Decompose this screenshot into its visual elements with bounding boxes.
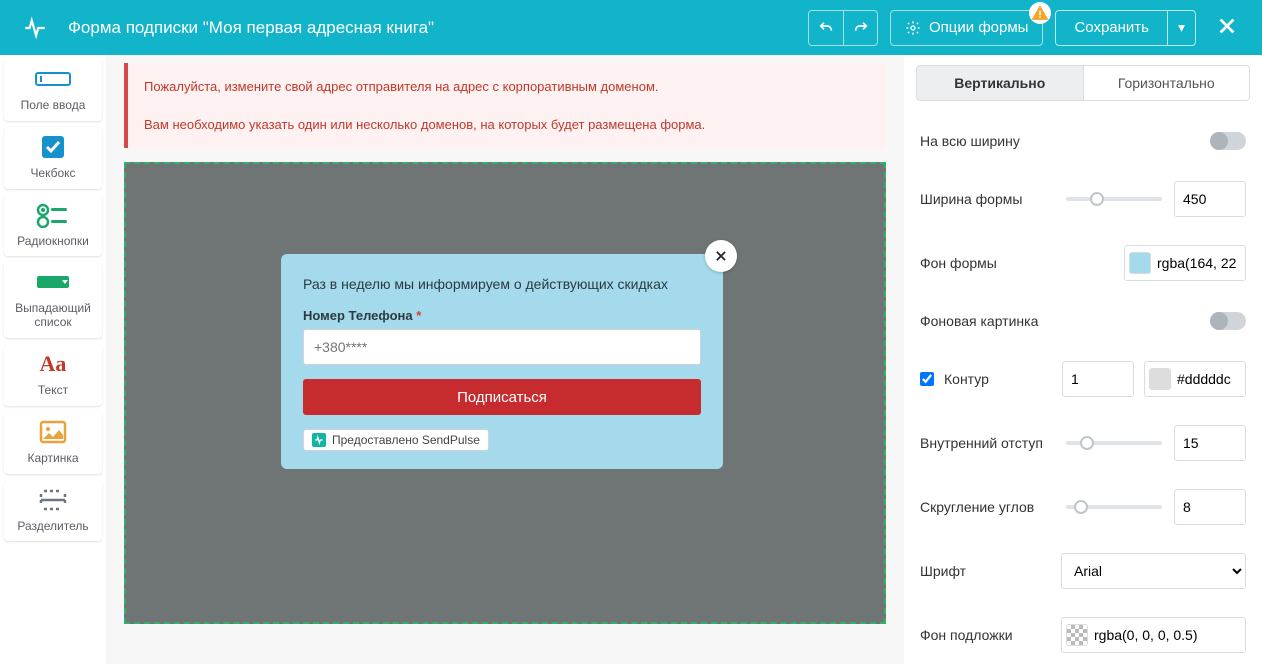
prop-form-bg: Фон формы xyxy=(904,231,1262,295)
palette-item-image[interactable]: Картинка xyxy=(4,412,102,474)
palette-label: Радиокнопки xyxy=(17,235,89,249)
dropdown-icon xyxy=(33,268,73,296)
color-swatch xyxy=(1066,624,1088,646)
divider-icon xyxy=(33,486,73,514)
sendpulse-logo-icon xyxy=(312,433,326,447)
outline-width-input[interactable] xyxy=(1062,361,1134,397)
prop-label: Контур xyxy=(944,371,1062,387)
checkbox-icon xyxy=(33,133,73,161)
palette-item-checkbox[interactable]: Чекбокс xyxy=(4,127,102,189)
prop-overlay: Фон подложки xyxy=(904,603,1262,664)
input-field-icon xyxy=(33,65,73,93)
padding-slider[interactable] xyxy=(1066,441,1162,445)
form-width-input[interactable] xyxy=(1174,181,1246,217)
page-title: Форма подписки "Моя первая адресная книг… xyxy=(68,18,808,38)
outline-color-input[interactable] xyxy=(1177,371,1239,387)
prop-label: Фон подложки xyxy=(920,627,1061,643)
undo-redo-group xyxy=(808,10,878,46)
prop-outline: Контур xyxy=(904,347,1262,411)
palette-label: Выпадающий список xyxy=(8,302,98,330)
app-logo-icon xyxy=(20,13,50,43)
radius-input[interactable] xyxy=(1174,489,1246,525)
prop-label: Скругление углов xyxy=(920,499,1066,515)
prop-full-width: На всю ширину xyxy=(904,115,1262,167)
powered-by-badge[interactable]: Предоставлено SendPulse xyxy=(303,429,489,451)
undo-button[interactable] xyxy=(809,11,843,45)
prop-font: Шрифт Arial xyxy=(904,539,1262,603)
tab-horizontal[interactable]: Горизонтально xyxy=(1083,65,1251,101)
prop-label: Ширина формы xyxy=(920,191,1066,207)
palette-label: Картинка xyxy=(27,452,78,466)
outline-checkbox[interactable] xyxy=(920,372,934,386)
tab-vertical[interactable]: Вертикально xyxy=(916,65,1083,101)
prop-label: Фоновая картинка xyxy=(920,313,1210,329)
subscribe-button[interactable]: Подписаться xyxy=(303,379,701,415)
palette-item-text[interactable]: Aa Текст xyxy=(4,344,102,406)
warning-badge-icon xyxy=(1029,2,1051,24)
canvas-area: Пожалуйста, измените свой адрес отправит… xyxy=(106,55,904,664)
palette-item-input[interactable]: Поле ввода xyxy=(4,59,102,121)
full-width-toggle[interactable] xyxy=(1210,132,1246,150)
palette-item-divider[interactable]: Разделитель xyxy=(4,480,102,542)
color-swatch xyxy=(1129,252,1151,274)
save-dropdown-toggle[interactable]: ▾ xyxy=(1167,11,1195,45)
prop-radius: Скругление углов xyxy=(904,475,1262,539)
form-close-button[interactable] xyxy=(705,240,737,272)
image-icon xyxy=(33,418,73,446)
save-button-group: Сохранить ▾ xyxy=(1055,10,1196,46)
palette-label: Чекбокс xyxy=(30,167,75,181)
error-line: Вам необходимо указать один или нескольк… xyxy=(144,115,870,135)
top-bar: Форма подписки "Моя первая адресная книг… xyxy=(0,0,1262,55)
form-options-label: Опции формы xyxy=(929,19,1028,36)
prop-label: На всю ширину xyxy=(920,133,1210,149)
radio-icon xyxy=(33,201,73,229)
outline-color-field[interactable] xyxy=(1144,361,1246,397)
prop-form-width: Ширина формы xyxy=(904,167,1262,231)
element-palette: Поле ввода Чекбокс Радиокнопки Выпадающи… xyxy=(0,55,106,664)
error-message-box: Пожалуйста, измените свой адрес отправит… xyxy=(124,63,886,148)
phone-field-label[interactable]: Номер Телефона * xyxy=(303,308,701,323)
overlay-color-field[interactable] xyxy=(1061,617,1246,653)
font-select[interactable]: Arial xyxy=(1061,553,1246,589)
palette-item-dropdown[interactable]: Выпадающий список xyxy=(4,262,102,338)
form-bg-color-input[interactable] xyxy=(1157,255,1239,271)
form-options-button[interactable]: Опции формы xyxy=(890,10,1043,46)
prop-padding: Внутренний отступ xyxy=(904,411,1262,475)
form-preview-card[interactable]: Раз в неделю мы информируем о действующи… xyxy=(281,254,723,469)
error-line: Пожалуйста, измените свой адрес отправит… xyxy=(144,77,870,97)
save-button[interactable]: Сохранить xyxy=(1056,11,1167,45)
text-icon: Aa xyxy=(33,350,73,378)
layout-orientation-tabs: Вертикально Горизонтально xyxy=(916,65,1250,101)
close-button[interactable] xyxy=(1212,11,1242,44)
prop-label: Внутренний отступ xyxy=(920,435,1066,451)
palette-label: Поле ввода xyxy=(21,99,86,113)
overlay-color-input[interactable] xyxy=(1094,627,1224,643)
required-marker: * xyxy=(416,308,421,323)
color-swatch xyxy=(1149,368,1171,390)
prop-label: Фон формы xyxy=(920,255,1124,271)
redo-button[interactable] xyxy=(843,11,877,45)
palette-label: Разделитель xyxy=(17,520,88,534)
form-description[interactable]: Раз в неделю мы информируем о действующи… xyxy=(303,276,701,292)
bg-image-toggle[interactable] xyxy=(1210,312,1246,330)
phone-input[interactable] xyxy=(303,329,701,365)
prop-bg-image: Фоновая картинка xyxy=(904,295,1262,347)
form-stage[interactable]: Раз в неделю мы информируем о действующи… xyxy=(124,162,886,624)
form-width-slider[interactable] xyxy=(1066,197,1162,201)
radius-slider[interactable] xyxy=(1066,505,1162,509)
properties-panel: Вертикально Горизонтально На всю ширину … xyxy=(904,55,1262,664)
form-bg-color-field[interactable] xyxy=(1124,245,1246,281)
prop-label: Шрифт xyxy=(920,563,1061,579)
palette-label: Текст xyxy=(38,384,68,398)
palette-item-radio[interactable]: Радиокнопки xyxy=(4,195,102,257)
topbar-actions: Опции формы Сохранить ▾ xyxy=(808,10,1242,46)
padding-input[interactable] xyxy=(1174,425,1246,461)
